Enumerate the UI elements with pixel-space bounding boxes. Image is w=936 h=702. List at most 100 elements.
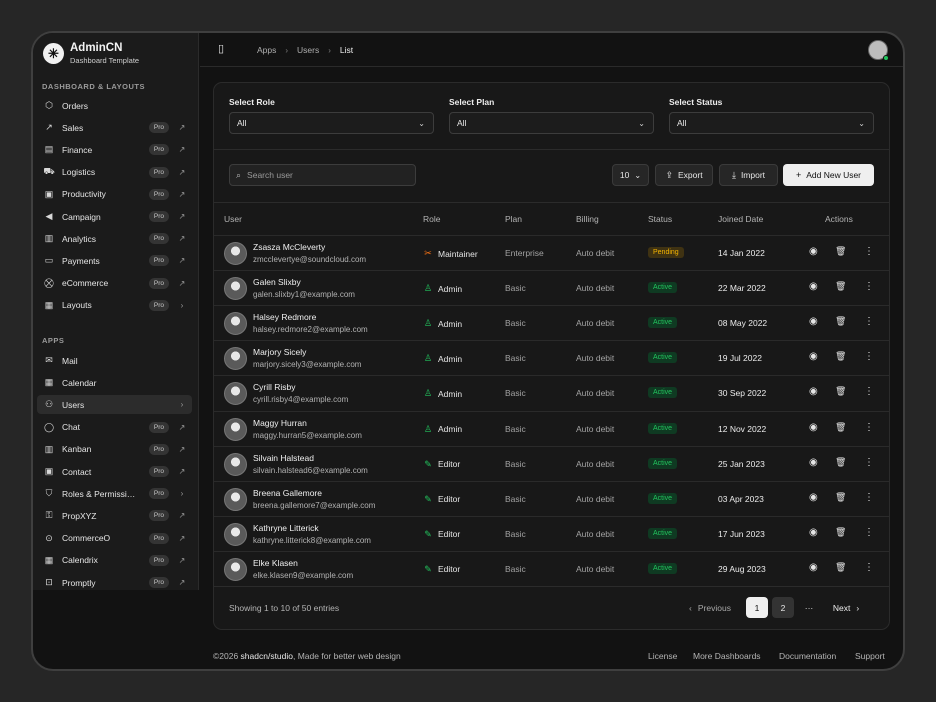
- delete-icon[interactable]: 🗑: [835, 281, 846, 292]
- user-role: ♙ Admin: [423, 318, 462, 329]
- view-icon[interactable]: ◉: [809, 527, 818, 538]
- sidebar-item-sales[interactable]: ↗ Sales Pro ↗: [37, 118, 192, 137]
- user-name[interactable]: Cyrill Risby: [253, 382, 296, 392]
- plan-select[interactable]: All ⌄: [449, 112, 654, 134]
- delete-icon[interactable]: 🗑: [835, 351, 846, 362]
- sidebar-item-chat[interactable]: ◯ Chat Pro ↗: [37, 418, 192, 437]
- role-admin-icon: ♙: [423, 388, 433, 399]
- chevron-left-icon: ‹: [689, 602, 692, 613]
- sidebar-item-roles-permissi[interactable]: ⛉ Roles & Permissi… Pro ›: [37, 484, 192, 503]
- more-vertical-icon[interactable]: ⋮: [864, 562, 874, 573]
- sidebar-item-payments[interactable]: ▭ Payments Pro ↗: [37, 251, 192, 270]
- status-badge: Pending: [648, 247, 684, 258]
- view-icon[interactable]: ◉: [809, 316, 818, 327]
- sidebar-item-mail[interactable]: ✉ Mail: [37, 351, 192, 370]
- role-select[interactable]: All ⌄: [229, 112, 434, 134]
- import-label: Import: [740, 170, 766, 180]
- more-vertical-icon[interactable]: ⋮: [864, 457, 874, 468]
- breadcrumb-apps[interactable]: Apps: [257, 45, 276, 55]
- plus-icon: +: [795, 170, 802, 180]
- export-button[interactable]: ⇪ Export: [655, 164, 713, 186]
- view-icon[interactable]: ◉: [809, 562, 818, 573]
- page-size-select[interactable]: 10 ⌄: [612, 164, 649, 186]
- more-vertical-icon[interactable]: ⋮: [864, 316, 874, 327]
- sidebar-item-calendar[interactable]: ▦ Calendar: [37, 373, 192, 392]
- previous-page-button[interactable]: ‹ Previous: [680, 597, 740, 618]
- user-name[interactable]: Galen Slixby: [253, 277, 301, 287]
- user-billing: Auto debit: [576, 248, 615, 258]
- more-vertical-icon[interactable]: ⋮: [864, 351, 874, 362]
- add-new-user-button[interactable]: + Add New User: [783, 164, 874, 186]
- sidebar-item-users[interactable]: ⚇ Users ›: [37, 395, 192, 415]
- breadcrumb-users[interactable]: Users: [297, 45, 319, 55]
- chevron-right-icon: ›: [180, 489, 184, 499]
- view-icon[interactable]: ◉: [809, 246, 818, 257]
- user-name[interactable]: Halsey Redmore: [253, 312, 316, 322]
- user-name[interactable]: Zsasza McCleverty: [253, 242, 325, 252]
- page-1-button[interactable]: 1: [746, 597, 768, 618]
- delete-icon[interactable]: 🗑: [835, 386, 846, 397]
- page-2-button[interactable]: 2: [772, 597, 794, 618]
- footer-link-documentation[interactable]: Documentation: [779, 651, 836, 661]
- user-name[interactable]: Kathryne Litterick: [253, 523, 319, 533]
- brand[interactable]: ✳ AdminCN Dashboard Template: [43, 41, 139, 66]
- next-page-button[interactable]: Next ›: [826, 597, 866, 618]
- more-vertical-icon[interactable]: ⋮: [864, 246, 874, 257]
- view-icon[interactable]: ◉: [809, 492, 818, 503]
- user-email: galen.slixby1@example.com: [253, 290, 355, 300]
- sidebar-item-orders[interactable]: ⬡ Orders: [37, 96, 192, 115]
- user-name[interactable]: Marjory Sicely: [253, 347, 306, 357]
- more-vertical-icon[interactable]: ⋮: [864, 527, 874, 538]
- sidebar-item-analytics[interactable]: ▥ Analytics Pro ↗: [37, 229, 192, 248]
- more-vertical-icon[interactable]: ⋮: [864, 386, 874, 397]
- view-icon[interactable]: ◉: [809, 422, 818, 433]
- delete-icon[interactable]: 🗑: [835, 457, 846, 468]
- column-header-actions: Actions: [825, 214, 853, 224]
- footer-link-support[interactable]: Support: [855, 651, 885, 661]
- delete-icon[interactable]: 🗑: [835, 527, 846, 538]
- delete-icon[interactable]: 🗑: [835, 316, 846, 327]
- sidebar-item-calendrix[interactable]: ▦ Calendrix Pro ↗: [37, 551, 192, 570]
- view-icon[interactable]: ◉: [809, 457, 818, 468]
- sidebar-item-layouts[interactable]: ▦ Layouts Pro ›: [37, 296, 192, 315]
- user-name[interactable]: Breena Gallemore: [253, 488, 322, 498]
- search-input[interactable]: ⌕ Search user: [229, 164, 416, 186]
- sidebar-item-productivity[interactable]: ▣ Productivity Pro ↗: [37, 185, 192, 204]
- footer-link-more-dashboards[interactable]: More Dashboards: [693, 651, 761, 661]
- user-name[interactable]: Maggy Hurran: [253, 418, 307, 428]
- breadcrumb-separator-icon: ›: [285, 45, 289, 55]
- view-icon[interactable]: ◉: [809, 386, 818, 397]
- sidebar-item-kanban[interactable]: ▥ Kanban Pro ↗: [37, 440, 192, 459]
- view-icon[interactable]: ◉: [809, 351, 818, 362]
- sidebar-item-campaign[interactable]: ◀ Campaign Pro ↗: [37, 207, 192, 226]
- sidebar-item-promptly[interactable]: ⊡ Promptly Pro ↗: [37, 573, 192, 592]
- more-vertical-icon[interactable]: ⋮: [864, 422, 874, 433]
- more-vertical-icon[interactable]: ⋮: [864, 492, 874, 503]
- user-name[interactable]: Elke Klasen: [253, 558, 298, 568]
- status-select[interactable]: All ⌄: [669, 112, 874, 134]
- delete-icon[interactable]: 🗑: [835, 492, 846, 503]
- view-icon[interactable]: ◉: [809, 281, 818, 292]
- app-window: ✳ AdminCN Dashboard Template DASHBOARD &…: [31, 31, 905, 671]
- sidebar-item-ecommerce[interactable]: ⛒ eCommerce Pro ↗: [37, 274, 192, 293]
- breadcrumb: Apps › Users › List: [257, 45, 353, 55]
- delete-icon[interactable]: 🗑: [835, 422, 846, 433]
- sidebar-item-logistics[interactable]: ⛟ Logistics Pro ↗: [37, 163, 192, 182]
- sidebar-toggle-icon[interactable]: ▯: [218, 42, 224, 55]
- sidebar-item-finance[interactable]: ▤ Finance Pro ↗: [37, 140, 192, 159]
- sidebar-item-contact[interactable]: ▣ Contact Pro ↗: [37, 462, 192, 481]
- user-billing: Auto debit: [576, 493, 615, 504]
- delete-icon[interactable]: 🗑: [835, 562, 846, 573]
- import-button[interactable]: ⤓ Import: [719, 164, 778, 186]
- table-row: Kathryne Litterick kathryne.litterick8@ex…: [214, 515, 889, 551]
- sidebar-item-propxyz[interactable]: ⚿ PropXYZ Pro ↗: [37, 506, 192, 525]
- more-vertical-icon[interactable]: ⋮: [864, 281, 874, 292]
- footer-link-license[interactable]: License: [648, 651, 677, 661]
- delete-icon[interactable]: 🗑: [835, 246, 846, 257]
- sidebar-item-commerceo[interactable]: ⊙ CommerceO Pro ↗: [37, 529, 192, 548]
- table-row: Elke Klasen elke.klasen9@example.com ✎ Edit…: [214, 550, 889, 586]
- status-badge: Active: [648, 422, 678, 434]
- footer-brand-link[interactable]: shadcn/studio: [241, 651, 293, 661]
- external-link-icon: ↗: [178, 533, 186, 543]
- user-name[interactable]: Silvain Halstead: [253, 453, 314, 463]
